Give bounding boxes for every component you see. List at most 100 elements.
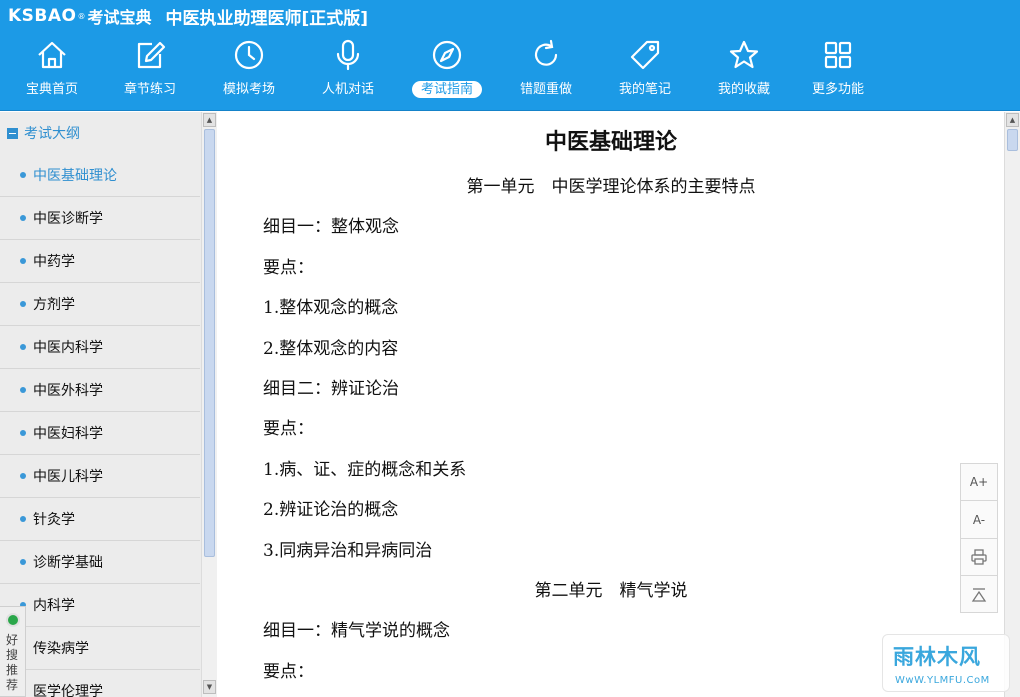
bullet-icon xyxy=(20,258,26,264)
print-button[interactable] xyxy=(961,539,997,576)
refresh-icon xyxy=(529,38,563,72)
green-dot-icon xyxy=(6,613,20,627)
content-line: 细目二：辨证论治 xyxy=(263,379,399,399)
watermark-url: WwW.YLMFU.CoM xyxy=(895,675,990,686)
content-line: 要点： xyxy=(263,258,314,278)
bullet-icon xyxy=(20,301,26,307)
microphone-icon xyxy=(331,38,365,72)
bullet-icon xyxy=(20,387,26,393)
nav-exam-guide-label: 考试指南 xyxy=(411,81,482,98)
sidebar-scroll-thumb[interactable] xyxy=(204,129,215,557)
font-increase-button[interactable]: A+ xyxy=(961,464,997,501)
sidebar-item-label: 诊断学基础 xyxy=(33,555,103,571)
bullet-icon xyxy=(20,344,26,350)
nav-wrong-redo[interactable]: 错题重做 xyxy=(501,34,591,106)
sidebar-item-tcm-internal-medicine[interactable]: 中医内科学 xyxy=(0,326,200,369)
sidebar-item-acupuncture[interactable]: 针灸学 xyxy=(0,498,200,541)
main-nav: 宝典首页 章节练习 模拟考场 人机对话 考试指南 错题重做 我的笔记 我的收藏 … xyxy=(0,34,900,108)
app-title: 中医执业助理医师[正式版] xyxy=(165,8,369,29)
content-line: 1.病、证、症的概念和关系 xyxy=(263,460,467,480)
unit-heading: 第一单元 中医学理论体系的主要特点 xyxy=(466,177,756,197)
sidebar-item-label: 内科学 xyxy=(33,598,75,614)
outline-sidebar: 考试大纲 中医基础理论 中医诊断学 中药学 方剂学 中医内科学 中医外科学 中医… xyxy=(0,112,217,697)
document-title: 中医基础理论 xyxy=(544,130,677,155)
scroll-up-icon[interactable]: ▲ xyxy=(1006,113,1019,127)
nav-more-features[interactable]: 更多功能 xyxy=(793,34,883,106)
outline-header[interactable]: 考试大纲 xyxy=(0,112,200,154)
nav-my-notes[interactable]: 我的笔记 xyxy=(600,34,690,106)
sidebar-item-label: 传染病学 xyxy=(33,641,89,657)
content-line: 细目一：整体观念 xyxy=(263,217,399,237)
content-scrollbar[interactable]: ▲ xyxy=(1004,112,1020,697)
font-decrease-button[interactable]: A- xyxy=(961,502,997,539)
bullet-icon xyxy=(20,172,26,178)
content-scroll-thumb[interactable] xyxy=(1007,129,1018,151)
outline-header-label: 考试大纲 xyxy=(24,126,80,142)
nav-exam-guide[interactable]: 考试指南 xyxy=(402,34,492,106)
sidebar-item-medical-ethics[interactable]: 医学伦理学 xyxy=(0,670,200,697)
content-line: 2.辨证论治的概念 xyxy=(263,500,399,520)
nav-home-label: 宝典首页 xyxy=(25,82,78,97)
nav-human-machine-label: 人机对话 xyxy=(321,82,374,97)
sidebar-item-chinese-pharmacology[interactable]: 中药学 xyxy=(0,240,200,283)
sidebar-item-label: 中医外科学 xyxy=(33,383,103,399)
sidebar-item-label: 中药学 xyxy=(33,254,75,270)
title-bar: KSBAO ® 考试宝典 中医执业助理医师[正式版] xyxy=(8,4,369,29)
registered-mark: ® xyxy=(77,11,86,21)
guide-content: 中医基础理论 第一单元 中医学理论体系的主要特点 细目一：整体观念 要点： 1.… xyxy=(218,112,1004,697)
grid-icon xyxy=(821,38,855,72)
sidebar-item-tcm-diagnostics[interactable]: 中医诊断学 xyxy=(0,197,200,240)
logo-chinese: 考试宝典 xyxy=(87,8,152,27)
sidebar-item-formulas[interactable]: 方剂学 xyxy=(0,283,200,326)
scroll-down-icon[interactable]: ▼ xyxy=(203,680,216,694)
nav-home[interactable]: 宝典首页 xyxy=(7,34,97,106)
reading-tools: A+ A- xyxy=(960,463,998,613)
sidebar-item-tcm-basic-theory[interactable]: 中医基础理论 xyxy=(0,154,200,197)
nav-my-favorites[interactable]: 我的收藏 xyxy=(699,34,789,106)
app-header: KSBAO ® 考试宝典 中医执业助理医师[正式版] 宝典首页 章节练习 模拟考… xyxy=(0,0,1020,111)
content-line: 1.整体观念的概念 xyxy=(263,298,399,318)
bullet-icon xyxy=(20,430,26,436)
clock-icon xyxy=(232,38,266,72)
printer-icon xyxy=(971,549,987,565)
scroll-up-icon[interactable]: ▲ xyxy=(203,113,216,127)
content-line: 要点： xyxy=(263,419,314,439)
ksbao-logo: KSBAO xyxy=(8,6,77,26)
nav-mock-exam[interactable]: 模拟考场 xyxy=(204,34,294,106)
bullet-icon xyxy=(20,473,26,479)
edit-icon xyxy=(133,38,167,72)
sidebar-item-label: 中医基础理论 xyxy=(33,168,117,184)
haosou-recommend-label: 好搜推荐 xyxy=(6,633,19,692)
sidebar-item-tcm-surgery[interactable]: 中医外科学 xyxy=(0,369,200,412)
back-to-top-button[interactable] xyxy=(961,576,997,613)
bullet-icon xyxy=(20,559,26,565)
sidebar-scrollbar[interactable]: ▲ ▼ xyxy=(201,112,217,697)
content-line: 3.同病异治和异病同治 xyxy=(263,541,433,561)
sidebar-item-diagnostics-basics[interactable]: 诊断学基础 xyxy=(0,541,200,584)
tag-icon xyxy=(628,38,662,72)
sidebar-item-label: 中医妇科学 xyxy=(33,426,103,442)
nav-chapter-practice-label: 章节练习 xyxy=(123,82,176,97)
nav-mock-exam-label: 模拟考场 xyxy=(222,82,275,97)
watermark-name: 雨林木风 xyxy=(893,645,981,669)
nav-my-favorites-label: 我的收藏 xyxy=(717,82,770,97)
nav-my-notes-label: 我的笔记 xyxy=(618,82,671,97)
sidebar-item-internal-medicine[interactable]: 内科学 xyxy=(0,584,200,627)
nav-human-machine[interactable]: 人机对话 xyxy=(303,34,393,106)
content-line: 细目一：精气学说的概念 xyxy=(263,621,450,641)
compass-icon xyxy=(430,38,464,72)
nav-chapter-practice[interactable]: 章节练习 xyxy=(105,34,195,106)
sidebar-item-label: 中医儿科学 xyxy=(33,469,103,485)
sidebar-item-label: 医学伦理学 xyxy=(33,684,103,697)
haosou-recommend-badge[interactable]: 好搜推荐 xyxy=(0,606,26,697)
sidebar-item-label: 中医内科学 xyxy=(33,340,103,356)
nav-more-features-label: 更多功能 xyxy=(811,82,864,97)
sidebar-item-tcm-gynecology[interactable]: 中医妇科学 xyxy=(0,412,200,455)
home-icon xyxy=(35,38,69,72)
sidebar-item-tcm-pediatrics[interactable]: 中医儿科学 xyxy=(0,455,200,498)
sidebar-item-infectious-diseases[interactable]: 传染病学 xyxy=(0,627,200,670)
collapse-icon[interactable] xyxy=(7,127,18,139)
back-to-top-icon xyxy=(971,587,987,602)
bullet-icon xyxy=(20,516,26,522)
unit-heading: 第二单元 精气学说 xyxy=(534,581,688,601)
